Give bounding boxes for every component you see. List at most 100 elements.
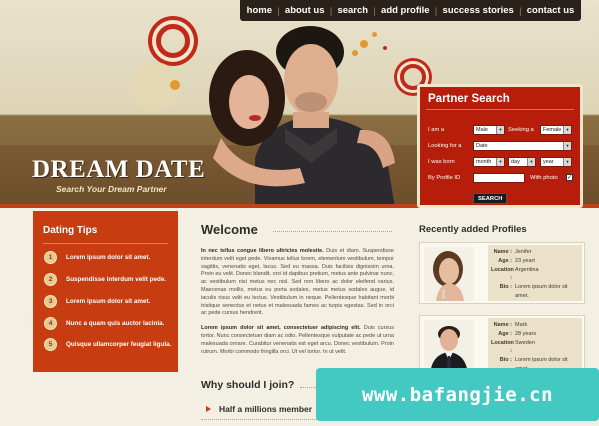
partner-search-panel: Partner Search I am a Male ▼ Seeking a Fe… <box>417 84 583 208</box>
profile-photo[interactable] <box>424 320 474 374</box>
profile-location-row: Location : Argentina <box>491 266 579 284</box>
day-select-value: day <box>511 159 520 165</box>
month-select[interactable]: month ▼ <box>473 157 505 167</box>
profile-location-value: Sweden <box>515 339 535 346</box>
profile-name-row: Name : Jenifer <box>491 248 579 257</box>
chevron-down-icon: ▼ <box>527 158 535 166</box>
nav-about-us[interactable]: about us <box>285 5 325 16</box>
with-photo-checkbox[interactable]: ✓ <box>566 174 573 181</box>
profile-age-label: Age : <box>498 257 512 264</box>
i-am-label: I am a <box>428 127 445 133</box>
profile-bio-row: Bio :Lorem ipsum dolor sit amet. <box>491 283 579 301</box>
year-select[interactable]: year ▼ <box>540 157 572 167</box>
tip-number-badge: 2 <box>44 273 57 286</box>
top-nav: home | about us | search | add profile |… <box>240 0 581 21</box>
gender-select-value: Male <box>476 127 488 133</box>
seeking-select-value: Female <box>543 127 562 133</box>
nav-contact-us[interactable]: contact us <box>527 5 575 16</box>
nav-search[interactable]: search <box>337 5 368 16</box>
tip-label: Suspendisse interdum velit pede. <box>66 276 167 283</box>
watermark: www.bafangjie.cn <box>316 368 599 421</box>
profile-id-label: By Profile ID <box>428 175 461 181</box>
nav-separator: | <box>519 5 522 16</box>
partner-search-title: Partner Search <box>428 93 510 105</box>
nav-home[interactable]: home <box>247 5 272 16</box>
recent-profiles-section: Recently added Profiles <box>419 224 587 235</box>
profile-name-value: Jenifer <box>515 249 532 255</box>
with-photo-label: With photo <box>530 175 558 181</box>
profile-age-value: 23 yeart <box>515 257 535 264</box>
chevron-down-icon: ▼ <box>563 126 571 134</box>
profile-name-row: Name : Mark <box>491 321 579 330</box>
watermark-text: www.bafangjie.cn <box>361 383 554 406</box>
tip-item[interactable]: 1 Lorem ipsum dolor sit amet. <box>44 251 150 264</box>
search-button[interactable]: SEARCH <box>473 193 508 204</box>
profile-age-label: Age : <box>498 330 512 337</box>
profile-bio-value: Lorem ipsum dolor sit amet. <box>515 284 568 299</box>
profile-age-row: Age :28 years <box>491 330 579 339</box>
profile-card[interactable]: Name : Jenifer Age :23 yeart Location : Ar… <box>419 242 585 304</box>
tip-item[interactable]: 4 Nunc a quam quis auctor lacinia. <box>44 317 164 330</box>
gender-select[interactable]: Male ▼ <box>473 125 505 135</box>
tip-item[interactable]: 5 Quisque ullamcorper feugiat ligula. <box>44 338 171 351</box>
profile-info: Name : Mark Age :28 years Location : Swede… <box>488 318 582 374</box>
profile-bio-label: Bio : <box>499 284 512 291</box>
tip-number-badge: 1 <box>44 251 57 264</box>
looking-for-label: Looking for a <box>428 143 462 149</box>
year-select-value: year <box>543 159 554 165</box>
divider <box>273 231 392 232</box>
welcome-title: Welcome <box>201 222 258 237</box>
nav-success-stories[interactable]: success stories <box>443 5 514 16</box>
profile-name-label: Name : <box>493 249 512 255</box>
month-select-value: month <box>476 159 492 165</box>
profile-info: Name : Jenifer Age :23 yeart Location : Ar… <box>488 245 582 301</box>
profile-location-value: Argentina <box>515 266 539 273</box>
logo[interactable]: DREAM DATE Search Your Dream Partner <box>32 156 205 194</box>
dating-tips-title: Dating Tips <box>43 225 98 236</box>
tip-number-badge: 3 <box>44 295 57 308</box>
profile-location-row: Location : Sweden <box>491 339 579 357</box>
profile-avatar-woman <box>433 251 464 301</box>
why-join-item[interactable]: Half a millions member <box>206 404 312 414</box>
profile-age-row: Age :23 yeart <box>491 257 579 266</box>
logo-tagline: Search Your Dream Partner <box>56 184 167 194</box>
tip-label: Nunc a quam quis auctor lacinia. <box>66 320 165 327</box>
tip-number-badge: 5 <box>44 338 57 351</box>
looking-for-select-value: Date <box>476 143 488 149</box>
profile-photo[interactable] <box>424 247 474 301</box>
welcome-paragraph-2-lead: Lorem ipsum dolor sit amet, consectetuer… <box>201 325 361 332</box>
profile-id-input[interactable] <box>473 173 525 183</box>
why-join-item-label: Half a millions member <box>219 404 313 414</box>
tip-label: Lorem ipsum dolor sit amet. <box>66 298 151 305</box>
tip-label: Quisque ullamcorper feugiat ligula. <box>66 341 172 348</box>
chevron-down-icon: ▼ <box>496 158 504 166</box>
profile-age-value: 28 years <box>515 330 537 337</box>
looking-for-select[interactable]: Date ▼ <box>473 141 572 151</box>
nav-add-profile[interactable]: add profile <box>381 5 430 16</box>
chevron-down-icon: ▼ <box>496 126 504 134</box>
day-select[interactable]: day ▼ <box>508 157 536 167</box>
logo-title: DREAM DATE <box>32 156 206 183</box>
why-join-heading: Why should I join? <box>201 379 295 391</box>
seeking-label: Seeking a <box>508 127 534 133</box>
nav-separator: | <box>434 5 438 16</box>
profile-avatar-man <box>430 326 468 374</box>
arrow-right-icon <box>206 406 211 412</box>
decor-dot <box>170 80 180 90</box>
tip-item[interactable]: 3 Lorem ipsum dolor sit amet. <box>44 295 150 308</box>
profile-name-value: Mark <box>515 322 528 328</box>
profile-name-label: Name : <box>493 322 512 328</box>
profile-location-label: Location : <box>491 266 514 282</box>
dating-tips-panel: Dating Tips 1 Lorem ipsum dolor sit amet… <box>33 211 178 372</box>
nav-separator: | <box>329 5 333 16</box>
welcome-paragraph-1-lead: In nec tellus congue libero ultricies mo… <box>201 248 324 254</box>
seeking-select[interactable]: Female ▼ <box>540 125 572 135</box>
divider <box>43 243 168 244</box>
tip-label: Lorem ipsum dolor sit amet. <box>66 254 151 261</box>
welcome-paragraph-1-body: Duis et diam. Suspendisse interdum velit… <box>201 248 394 317</box>
born-label: I was born <box>428 159 455 165</box>
tip-item[interactable]: 2 Suspendisse interdum velit pede. <box>44 273 166 286</box>
why-join-title: Why should I join? <box>201 379 294 391</box>
welcome-paragraph-2: Lorem ipsum dolor sit amet, consectetuer… <box>201 325 394 356</box>
profile-location-label: Location : <box>491 339 514 355</box>
